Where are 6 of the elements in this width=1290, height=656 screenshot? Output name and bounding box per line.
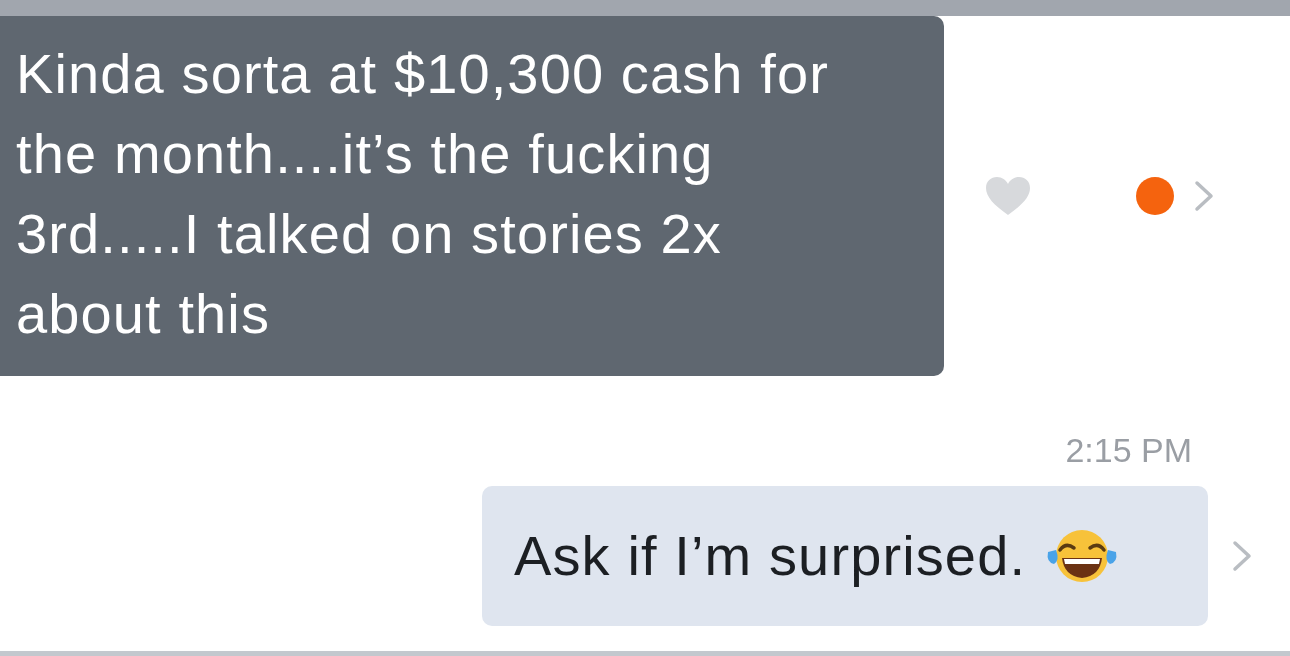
message-text: Ask if I’m surprised. <box>514 523 1027 589</box>
message-bubble: Kinda sorta at $10,300 cash for the month....it’s the fucking 3rd.....I talked on stories 2x about this <box>0 16 944 376</box>
heart-icon[interactable] <box>984 175 1032 217</box>
chevron-icon[interactable] <box>1232 540 1252 572</box>
chevron-icon[interactable] <box>1194 180 1214 212</box>
timestamp: 2:15 PM <box>1065 430 1192 471</box>
